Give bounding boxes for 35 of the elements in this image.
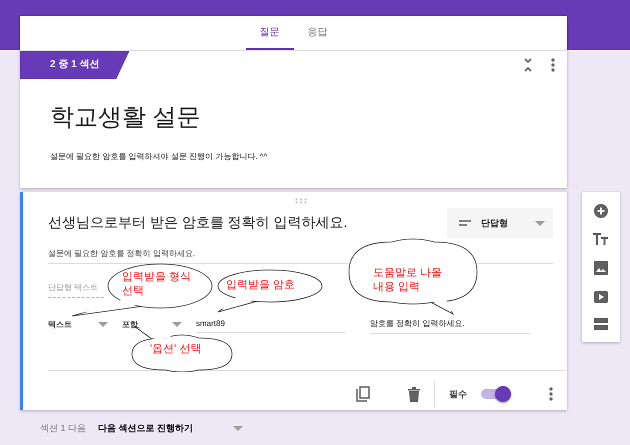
add-icon[interactable] [594, 204, 608, 218]
video-icon[interactable] [594, 290, 608, 303]
trash-icon[interactable] [408, 386, 420, 402]
callout-text: '옵션' 선택 [150, 342, 202, 356]
more-icon[interactable] [551, 58, 555, 72]
form-description: 설문에 필요한 암호를 입력하셔야 설문 진행이 가능합니다. ^^ [50, 151, 268, 163]
validation-condition-dropdown[interactable]: 포함 [122, 318, 182, 330]
callout-text: 입력받을 형식 선택 [122, 270, 192, 298]
callout-text: 입력받을 암호 [226, 278, 296, 292]
caret-icon [172, 322, 182, 326]
image-icon[interactable] [594, 260, 608, 275]
collapse-icon[interactable] [523, 58, 533, 72]
question-type-dropdown[interactable]: 단답형 [447, 208, 553, 238]
text-input-field[interactable]: smart89 [196, 315, 346, 333]
copy-icon[interactable] [356, 386, 370, 402]
more-icon[interactable] [549, 387, 553, 401]
next-section-label: 섹션 1 다음 [40, 422, 86, 435]
validation-type-dropdown[interactable]: 텍스트 [48, 318, 108, 330]
drag-handle-icon[interactable] [294, 198, 306, 204]
caret-icon [233, 426, 244, 431]
question-title: 선생님으로부터 받은 암호를 정확히 입력하세요. [48, 214, 348, 232]
caret-icon [98, 322, 108, 326]
caret-icon [535, 220, 545, 226]
form-title: 학교생활 설문 [50, 103, 202, 133]
next-section-dropdown[interactable]: 다음 섹션으로 진행하기 [98, 422, 244, 435]
required-toggle[interactable] [481, 386, 511, 402]
section-icon[interactable] [594, 318, 608, 330]
short-text-icon [459, 220, 471, 226]
callout-text: 도움말로 나올 내용 입력 [373, 266, 444, 294]
tab[interactable]: 응답 [294, 16, 342, 50]
text-size-icon[interactable] [593, 233, 609, 246]
error-text-field[interactable]: 암호를 정확히 입력하세요. [370, 314, 530, 334]
required-label: 필수 [449, 388, 467, 400]
section-badge: 2 중 1 섹션 [20, 51, 130, 79]
tab[interactable]: 질문 [246, 16, 294, 50]
